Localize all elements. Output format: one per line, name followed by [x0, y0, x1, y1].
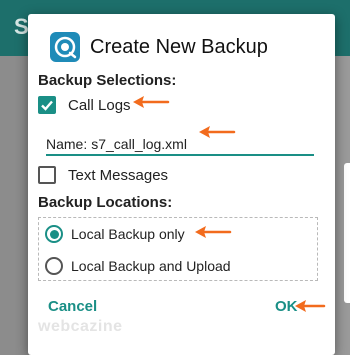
create-backup-dialog: Create New Backup Backup Selections: Cal… — [28, 14, 335, 355]
call-logs-label: Call Logs — [68, 96, 131, 114]
name-field-value[interactable]: s7_call_log.xml — [91, 136, 187, 152]
call-logs-option[interactable]: Call Logs — [38, 94, 131, 116]
name-field-label: Name: — [46, 136, 88, 152]
dialog-title: Create New Backup — [90, 35, 268, 58]
annotation-arrow-icon — [133, 96, 170, 108]
local-backup-upload-label: Local Backup and Upload — [71, 258, 231, 274]
local-backup-only-radio[interactable] — [45, 225, 63, 243]
cancel-button[interactable]: Cancel — [48, 298, 97, 315]
backup-locations-heading: Backup Locations: — [38, 194, 173, 211]
backup-name-field[interactable]: Name: s7_call_log.xml — [46, 128, 314, 156]
text-messages-label: Text Messages — [68, 166, 169, 184]
local-backup-only-option[interactable]: Local Backup only — [45, 222, 185, 246]
text-messages-option[interactable]: Text Messages — [38, 164, 168, 186]
annotation-arrow-icon — [295, 300, 326, 312]
backup-locations-group: Local Backup only Local Backup and Uploa… — [38, 217, 318, 281]
annotation-arrow-icon — [199, 126, 236, 138]
local-backup-upload-option[interactable]: Local Backup and Upload — [45, 254, 231, 278]
backup-selections-heading: Backup Selections: — [38, 72, 177, 89]
edge-panel-handle[interactable] — [344, 163, 350, 303]
annotation-arrow-icon — [195, 226, 232, 238]
local-backup-upload-radio[interactable] — [45, 257, 63, 275]
local-backup-only-label: Local Backup only — [71, 226, 185, 242]
watermark: webcazine — [38, 318, 123, 335]
dialog-title-row: Create New Backup — [50, 32, 268, 62]
backup-app-icon — [50, 32, 80, 62]
text-messages-checkbox[interactable] — [38, 166, 56, 184]
call-logs-checkbox[interactable] — [38, 96, 56, 114]
app-bar-title: S — [14, 14, 29, 39]
